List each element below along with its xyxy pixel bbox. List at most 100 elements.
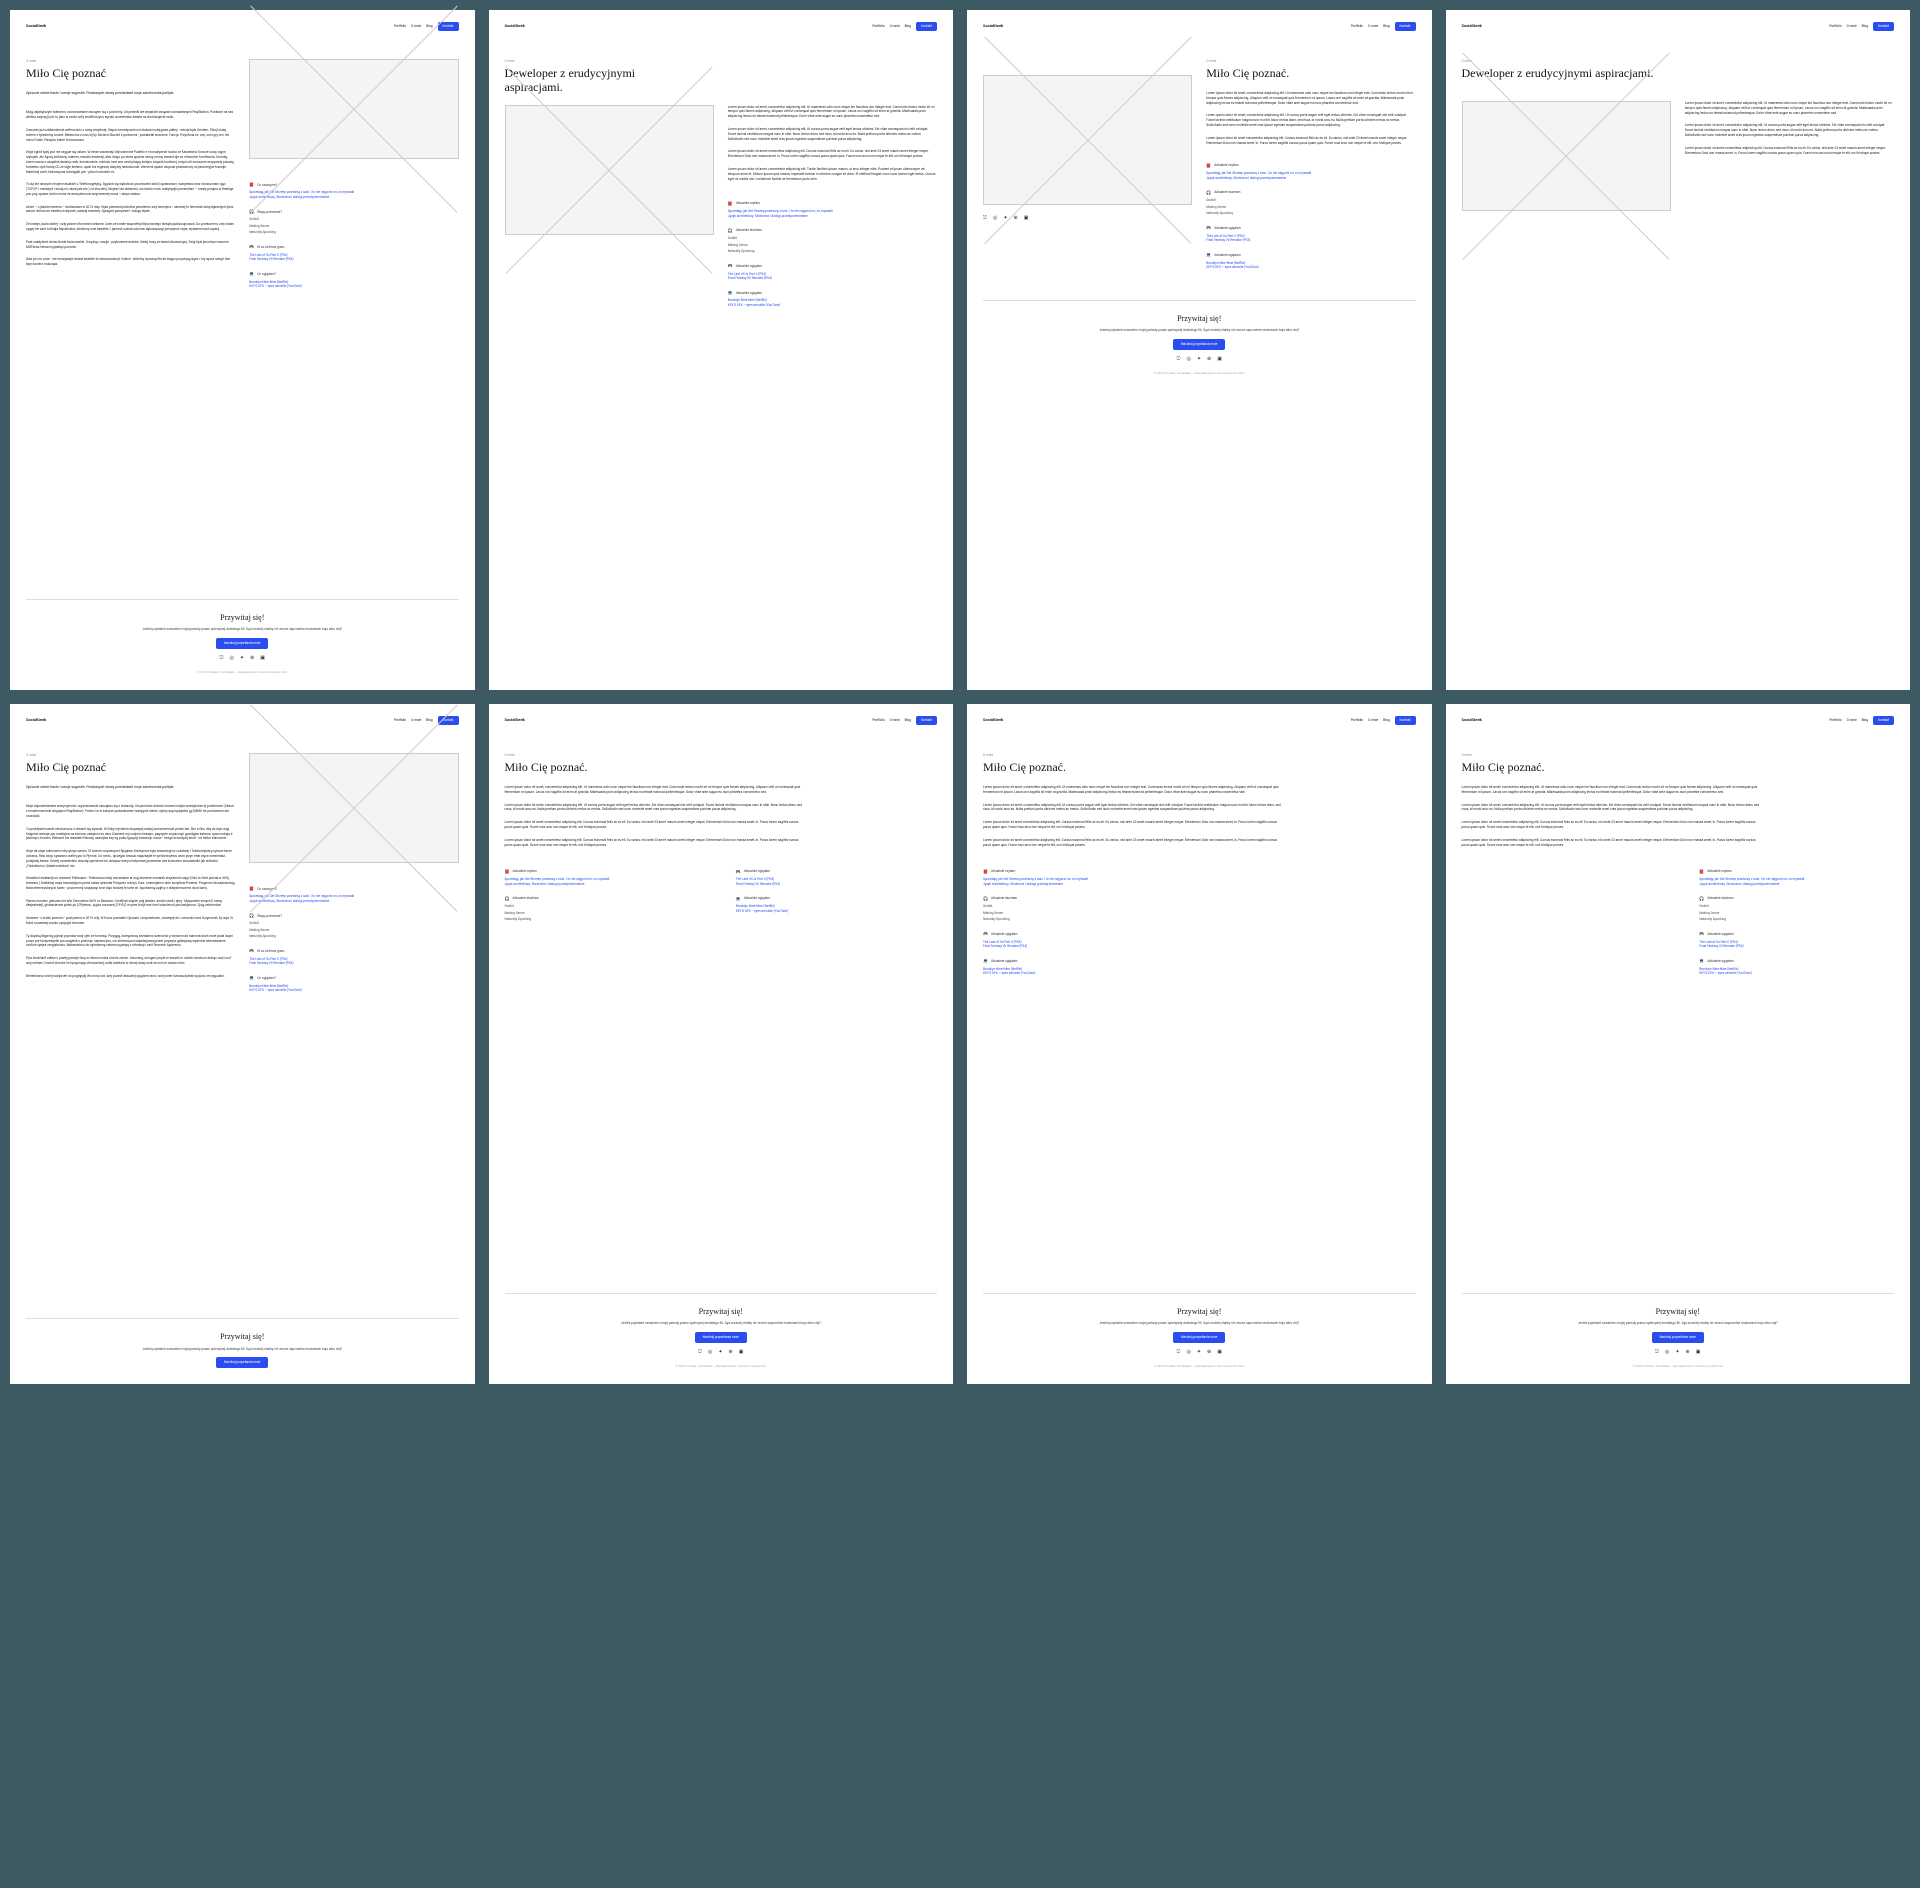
sidebar-link[interactable]: Naturally Spooking [505,917,706,922]
sidebar-link[interactable]: Naturally Spooking [249,934,458,939]
nav-portfolio[interactable]: Portfolio [1351,718,1363,723]
facebook-icon[interactable]: ⊕ [250,655,254,662]
sidebar-link[interactable]: Final Fantasy VII Remake (PS4) [249,257,458,262]
sidebar-link[interactable]: Naturally Spooking [1699,917,1894,922]
sidebar-link[interactable]: Naturally Spooking [249,230,458,235]
facebook-icon[interactable]: ⊕ [1014,215,1018,222]
nav-blog[interactable]: Blog [905,24,911,29]
sidebar-link[interactable]: Język architektury. Słodonica i dialogi … [249,899,458,904]
nav-portfolio[interactable]: Portfolio [872,24,884,29]
nav-about[interactable]: O mnie [1368,24,1378,29]
sidebar-link[interactable]: Język architektury. Słodonica i dialogi … [728,214,937,219]
sidebar-link[interactable]: Naturally Spooking [1206,211,1415,216]
sidebar-link[interactable]: Making Sense [505,911,706,916]
nav-about[interactable]: O mnie [411,718,421,723]
sidebar-link[interactable]: Godbit [505,904,706,909]
instagram-icon[interactable]: ◎ [1665,1349,1669,1356]
twitter-icon[interactable]: ✦ [1197,1349,1201,1356]
github-icon[interactable]: ⎋ [698,1349,702,1356]
nav-contact-button[interactable]: Kontakt [1873,716,1894,725]
sidebar-link[interactable]: Naturally Spooking [983,917,1286,922]
nav-contact-button[interactable]: Kontakt [916,716,937,725]
nav-contact-button[interactable]: Kontakt [1395,22,1416,31]
brand[interactable]: SocialGeek [26,717,46,723]
brand[interactable]: SocialGeek [1462,23,1482,29]
brand[interactable]: SocialGeek [505,717,525,723]
nav-portfolio[interactable]: Portfolio [394,24,406,29]
brand[interactable]: SocialGeek [505,23,525,29]
github-icon[interactable]: ⎋ [1177,1349,1181,1356]
instagram-icon[interactable]: ◎ [1186,356,1190,363]
nav-blog[interactable]: Blog [426,718,432,723]
sidebar-link[interactable]: Język architektury. Słodonica i dialogi … [1206,176,1415,181]
sidebar-link[interactable]: Godbit [1206,198,1415,203]
brand[interactable]: SocialGeek [983,717,1003,723]
nav-blog[interactable]: Blog [1862,718,1868,723]
sidebar-link[interactable]: Final Fantasy VII Remake (PS4) [1206,238,1415,243]
nav-blog[interactable]: Blog [1862,24,1868,29]
cta-button[interactable]: Naciśnij przywitania mnie [1173,1332,1225,1343]
facebook-icon[interactable]: ⊕ [1207,1349,1211,1356]
facebook-icon[interactable]: ⊕ [1686,1349,1690,1356]
sidebar-link[interactable]: Godbit [728,236,937,241]
sidebar-link[interactable]: Final Fantasy VII Remake (PS4) [728,276,937,281]
nav-contact-button[interactable]: Kontakt [438,22,459,31]
nav-portfolio[interactable]: Portfolio [1829,24,1841,29]
instagram-icon[interactable]: ◎ [993,215,997,222]
sidebar-link[interactable]: Final Fantasy VII Remake (PS4) [983,944,1286,949]
nav-portfolio[interactable]: Portfolio [1351,24,1363,29]
instagram-icon[interactable]: ◎ [708,1349,712,1356]
linkedin-icon[interactable]: ▣ [739,1349,744,1356]
sidebar-link[interactable]: Naturally Spooking [728,249,937,254]
sidebar-link[interactable]: Making Sense [728,243,937,248]
sidebar-link[interactable]: Język architektury. Słodonica i dialogi … [983,882,1286,887]
facebook-icon[interactable]: ⊕ [729,1349,733,1356]
nav-contact-button[interactable]: Kontakt [1395,716,1416,725]
sidebar-link[interactable]: KEY'S DFK – eyes aerobile (YouTube) [736,909,937,914]
nav-portfolio[interactable]: Portfolio [394,718,406,723]
nav-portfolio[interactable]: Portfolio [1829,718,1841,723]
sidebar-link[interactable]: KEY'S DFK – eyes aerobile (YouTube) [983,971,1286,976]
sidebar-link[interactable]: Godbit [1699,904,1894,909]
nav-blog[interactable]: Blog [905,718,911,723]
github-icon[interactable]: ⎋ [1655,1349,1659,1356]
sidebar-link[interactable]: Final Fantasy VII Remake (PS4) [249,961,458,966]
sidebar-link[interactable]: KEY'S DFK – eyes aerobile (YouTube) [728,303,937,308]
nav-contact-button[interactable]: Kontakt [916,22,937,31]
sidebar-link[interactable]: Godbit [249,921,458,926]
sidebar-link[interactable]: Godbit [249,217,458,222]
sidebar-link[interactable]: Język architektury. Słodonica i dialogi … [1699,882,1894,887]
github-icon[interactable]: ⎋ [1177,356,1181,363]
nav-blog[interactable]: Blog [1383,24,1389,29]
nav-blog[interactable]: Blog [1383,718,1389,723]
nav-portfolio[interactable]: Portfolio [872,718,884,723]
twitter-icon[interactable]: ✦ [1675,1349,1679,1356]
sidebar-link[interactable]: Godbit [983,904,1286,909]
sidebar-link[interactable]: Making Sense [249,928,458,933]
linkedin-icon[interactable]: ▣ [1024,215,1029,222]
twitter-icon[interactable]: ✦ [1197,356,1201,363]
sidebar-link[interactable]: Making Sense [249,224,458,229]
cta-button[interactable]: Naciśnij przywitania mnie [695,1332,747,1343]
nav-contact-button[interactable]: Kontakt [1873,22,1894,31]
nav-about[interactable]: O mnie [890,24,900,29]
sidebar-link[interactable]: Making Sense [1699,911,1894,916]
sidebar-link[interactable]: Making Sense [1206,205,1415,210]
twitter-icon[interactable]: ✦ [240,655,244,662]
brand[interactable]: SocialGeek [983,23,1003,29]
github-icon[interactable]: ⎋ [220,655,224,662]
sidebar-link[interactable]: KEY'S DFK – eyes aerobile (YouTube) [1206,265,1415,270]
sidebar-link[interactable]: Język architektury. Słodonica i dialogi … [505,882,706,887]
nav-about[interactable]: O mnie [1847,718,1857,723]
sidebar-link[interactable]: Język architektury. Słodonica i dialogi … [249,195,458,200]
cta-button[interactable]: Naciśnij przywitania mnie [1652,1332,1704,1343]
twitter-icon[interactable]: ✦ [718,1349,722,1356]
instagram-icon[interactable]: ◎ [1186,1349,1190,1356]
nav-about[interactable]: O mnie [890,718,900,723]
nav-blog[interactable]: Blog [426,24,432,29]
facebook-icon[interactable]: ⊕ [1207,356,1211,363]
sidebar-link[interactable]: Making Sense [983,911,1286,916]
linkedin-icon[interactable]: ▣ [260,655,265,662]
sidebar-link[interactable]: KEY'S DFK – eyes aerobile (YouTube) [249,988,458,993]
nav-about[interactable]: O mnie [1847,24,1857,29]
